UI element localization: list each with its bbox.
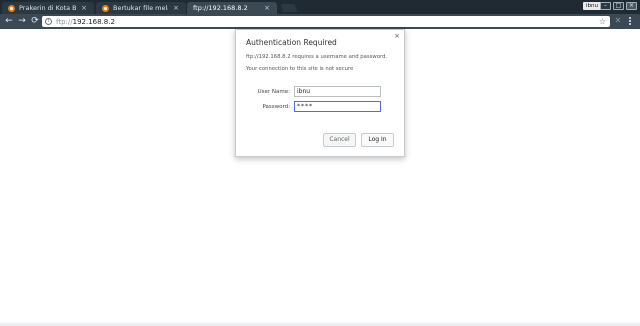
tab-label: ftp://192.168.8.2 xyxy=(193,4,248,12)
address-bar[interactable]: i ftp:// 192.168.8.2 ☆ xyxy=(42,16,610,27)
tab-close-icon[interactable]: × xyxy=(80,4,88,12)
star-icon[interactable]: ☆ xyxy=(599,16,606,27)
info-icon[interactable]: i xyxy=(45,18,52,25)
password-field[interactable]: **** xyxy=(294,101,381,112)
maximize-button[interactable]: □ xyxy=(613,2,624,10)
blogger-favicon-icon xyxy=(102,4,109,12)
reload-icon[interactable]: ⟳ xyxy=(29,15,41,27)
tab-close-icon[interactable]: × xyxy=(263,4,271,12)
dialog-title: Authentication Required xyxy=(246,38,337,47)
password-label: Password: xyxy=(262,104,290,110)
username-label: User Name: xyxy=(257,89,290,95)
tab-close-icon[interactable]: × xyxy=(172,4,180,12)
new-tab-button[interactable] xyxy=(280,4,298,12)
tab-bertukar-file[interactable]: Bertukar file melalui ja × xyxy=(96,2,186,14)
url-host: 192.168.8.2 xyxy=(72,17,115,26)
close-window-button[interactable]: × xyxy=(626,2,637,10)
forward-arrow-icon[interactable]: → xyxy=(16,15,28,27)
cancel-button[interactable]: Cancel xyxy=(323,133,356,147)
browser-toolbar: ← → ⟳ i ftp:// 192.168.8.2 ☆ ✕ xyxy=(0,14,640,29)
back-arrow-icon[interactable]: ← xyxy=(3,15,15,27)
tab-prakerin[interactable]: Prakerin di Kota Bersih × xyxy=(2,2,94,14)
username-field[interactable]: ibnu xyxy=(294,86,381,97)
close-icon[interactable]: × xyxy=(394,32,400,40)
menu-icon[interactable] xyxy=(627,16,633,26)
tab-strip: Prakerin di Kota Bersih × Bertukar file … xyxy=(0,0,640,14)
login-button[interactable]: Log In xyxy=(361,133,394,147)
profile-button[interactable]: ibnu xyxy=(583,2,601,10)
security-warning: Your connection to this site is not secu… xyxy=(246,66,354,72)
stop-icon[interactable]: ✕ xyxy=(613,15,623,27)
url-scheme: ftp:// xyxy=(56,17,73,26)
tab-label: Bertukar file melalui ja xyxy=(113,4,168,12)
dialog-message: ftp://192.168.8.2 requires a username an… xyxy=(246,54,388,60)
blogger-favicon-icon xyxy=(8,4,15,12)
tab-ftp[interactable]: ftp://192.168.8.2 × xyxy=(187,2,277,14)
tab-label: Prakerin di Kota Bersih xyxy=(19,4,76,12)
authentication-dialog: × Authentication Required ftp://192.168.… xyxy=(235,29,405,157)
minimize-button[interactable]: – xyxy=(600,2,611,10)
